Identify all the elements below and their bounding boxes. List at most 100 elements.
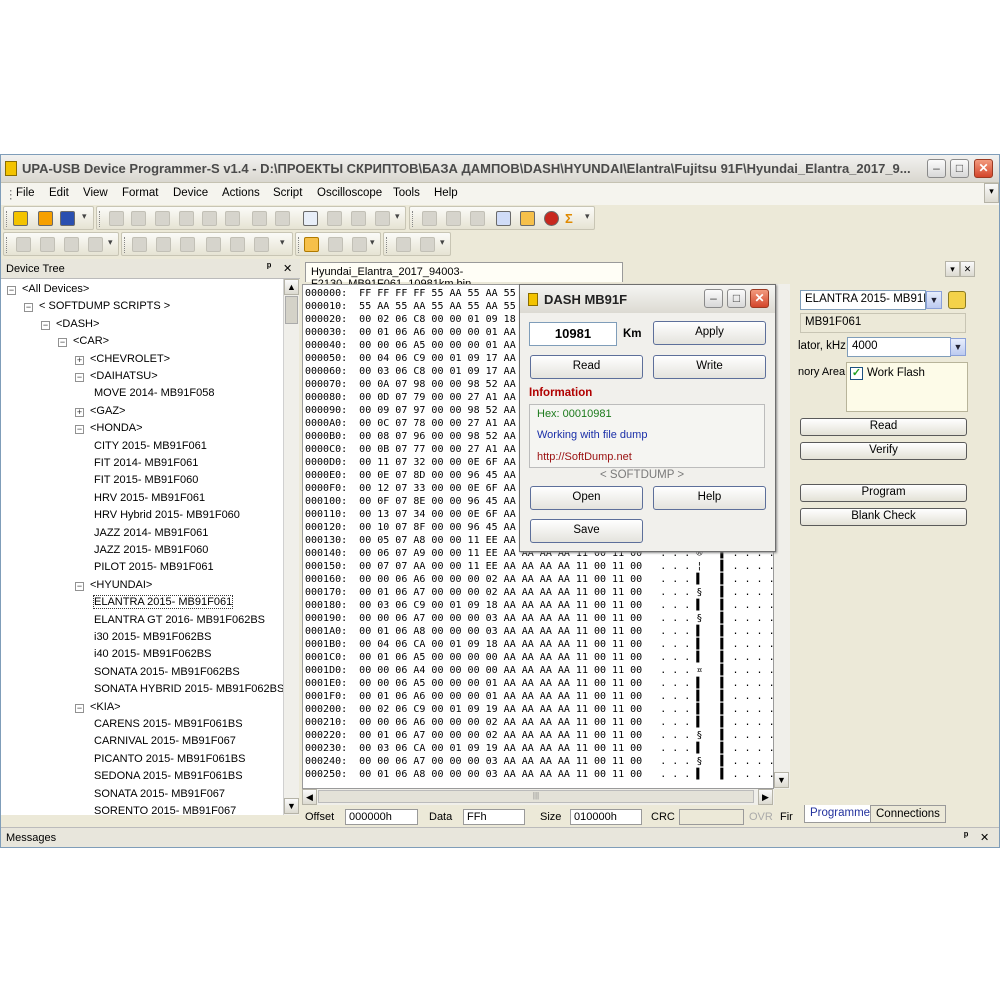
hex-row[interactable]: 0000A0: 00 0C 07 78 00 00 27 A1 AA: [305, 417, 516, 430]
hex-row[interactable]: 000110: 00 13 07 34 00 00 0E 6F AA: [305, 508, 516, 521]
menu-view[interactable]: View: [83, 187, 108, 199]
read-button[interactable]: Read: [530, 355, 643, 379]
toolbar-overflow-icon[interactable]: ▾: [395, 211, 403, 226]
tree-device-item[interactable]: PICANTO 2015- MB91F061BS: [94, 753, 245, 765]
scroll-left-icon[interactable]: ◀: [302, 789, 317, 805]
tree-device-item[interactable]: CITY 2015- MB91F061: [94, 440, 207, 452]
menu-actions[interactable]: Actions: [222, 187, 260, 199]
open-button[interactable]: Open: [530, 486, 643, 510]
tree-device-item[interactable]: SONATA 2015- MB91F067: [94, 788, 225, 800]
menu-script[interactable]: Script: [273, 187, 302, 199]
chip-erase-icon[interactable]: [470, 211, 485, 226]
hex-row[interactable]: 000170: 00 01 06 A7 00 00 00 02 AA AA AA…: [305, 586, 773, 599]
play-icon[interactable]: [396, 237, 411, 252]
hex-row[interactable]: 000020: 00 02 06 C8 00 00 01 09 18 AA: [305, 313, 534, 326]
tree-folder[interactable]: <CAR>: [73, 335, 109, 347]
toolbar-overflow-icon[interactable]: ▾: [370, 237, 378, 252]
chevron-down-icon[interactable]: ▼: [926, 291, 942, 309]
tree-device-item[interactable]: FIT 2015- MB91F060: [94, 474, 198, 486]
save-icon[interactable]: [60, 211, 75, 226]
fill-icon[interactable]: [351, 211, 366, 226]
tree-expander-icon[interactable]: +: [75, 355, 84, 365]
hex-row[interactable]: 0000B0: 00 08 07 96 00 00 98 52 AA: [305, 430, 516, 443]
tree-device-item[interactable]: PILOT 2015- MB91F061: [94, 561, 214, 573]
tree-folder[interactable]: <All Devices>: [22, 283, 89, 295]
hex-row[interactable]: 000250: 00 01 06 A8 00 00 00 03 AA AA AA…: [305, 768, 773, 781]
hex-row[interactable]: 000230: 00 03 06 CA 00 01 09 19 AA AA AA…: [305, 742, 773, 755]
hex-row[interactable]: 000180: 00 03 06 C9 00 01 09 18 AA AA AA…: [305, 599, 773, 612]
hex-row[interactable]: 000190: 00 00 06 A7 00 00 00 03 AA AA AA…: [305, 612, 773, 625]
tree-expander-icon[interactable]: −: [41, 320, 50, 330]
document-tab[interactable]: Hyundai_Elantra_2017_94003-F2130_MB91F06…: [305, 262, 623, 290]
hex-row[interactable]: 0001E0: 00 00 06 A5 00 00 00 01 AA AA AA…: [305, 677, 773, 690]
tree-device-item[interactable]: FIT 2014- MB91F061: [94, 457, 198, 469]
hex-row[interactable]: 000000: FF FF FF FF 55 AA 55 AA 55: [305, 287, 516, 300]
scroll-thumb[interactable]: |||: [318, 790, 754, 803]
hex-row[interactable]: 000100: 00 0F 07 8E 00 00 96 45 AA: [305, 495, 516, 508]
help-button[interactable]: Help: [653, 486, 766, 510]
toolbar-overflow-icon[interactable]: ▾: [108, 237, 116, 252]
cut-icon[interactable]: [155, 211, 170, 226]
view-3-icon[interactable]: [180, 237, 195, 252]
open-folder-icon[interactable]: [38, 211, 53, 226]
script-add-icon[interactable]: [88, 237, 103, 252]
scroll-thumb[interactable]: [285, 296, 298, 324]
km-input[interactable]: 10981: [529, 322, 617, 346]
menu-file[interactable]: File: [16, 187, 35, 199]
hex-row[interactable]: 0001D0: 00 00 06 A4 00 00 00 00 AA AA AA…: [305, 664, 773, 677]
delete-icon[interactable]: [225, 211, 240, 226]
tree-device-item[interactable]: ELANTRA GT 2016- MB91F062BS: [94, 614, 265, 626]
tree-device-item[interactable]: i40 2015- MB91F062BS: [94, 648, 211, 660]
forward-icon[interactable]: [131, 211, 146, 226]
tree-expander-icon[interactable]: −: [75, 373, 84, 382]
hex-horizontal-scrollbar[interactable]: ◀ ||| ▶: [302, 789, 774, 805]
hex-row[interactable]: 0001F0: 00 01 06 A6 00 00 00 01 AA AA AA…: [305, 690, 773, 703]
hex-row[interactable]: 0001C0: 00 01 06 A5 00 00 00 00 AA AA AA…: [305, 651, 773, 664]
find-icon[interactable]: [252, 211, 267, 226]
tab-close-icon[interactable]: ✕: [960, 261, 975, 277]
tab-list-icon[interactable]: ▾: [945, 261, 960, 277]
hex-vertical-scrollbar[interactable]: ▼: [774, 284, 790, 789]
select-area-icon[interactable]: [328, 237, 343, 252]
script-step-icon[interactable]: [40, 237, 55, 252]
menu-help[interactable]: Help: [434, 187, 458, 199]
back-icon[interactable]: [109, 211, 124, 226]
scroll-right-icon[interactable]: ▶: [758, 789, 773, 805]
find-next-icon[interactable]: [275, 211, 290, 226]
tree-device-item[interactable]: SEDONA 2015- MB91F061BS: [94, 770, 243, 782]
menu-oscilloscope[interactable]: Oscilloscope: [317, 187, 382, 199]
hex-row[interactable]: 000080: 00 0D 07 79 00 00 27 A1 AA: [305, 391, 516, 404]
toolbar-overflow-icon[interactable]: ▾: [82, 211, 90, 226]
scroll-up-icon[interactable]: ▲: [284, 279, 299, 295]
tree-folder[interactable]: <KIA>: [90, 701, 121, 713]
tree-folder[interactable]: <DAIHATSU>: [90, 370, 158, 382]
tree-expander-icon[interactable]: −: [24, 303, 33, 313]
clipboard-icon[interactable]: [520, 211, 535, 226]
chip-write-icon[interactable]: [446, 211, 461, 226]
hex-row[interactable]: 000210: 00 00 06 A6 00 00 00 02 AA AA AA…: [305, 716, 773, 729]
tab-connections[interactable]: Connections: [870, 805, 946, 823]
tree-device-item[interactable]: MOVE 2014- MB91F058: [94, 387, 214, 399]
tree-folder[interactable]: <GAZ>: [90, 405, 125, 417]
chip-read-icon[interactable]: [422, 211, 437, 226]
view-4-icon[interactable]: [206, 237, 221, 252]
paste-icon[interactable]: [202, 211, 217, 226]
dialog-close-button[interactable]: ✕: [750, 289, 769, 308]
toolbar-overflow-icon[interactable]: ▾: [585, 211, 593, 226]
script-stop-icon[interactable]: [64, 237, 79, 252]
tree-folder[interactable]: <HYUNDAI>: [90, 579, 152, 591]
hex-row[interactable]: 000150: 00 07 07 AA 00 00 11 EE AA AA AA…: [305, 560, 773, 573]
hex-row[interactable]: 000120: 00 10 07 8F 00 00 96 45 AA: [305, 521, 516, 534]
hex-row[interactable]: 000240: 00 00 06 A7 00 00 00 03 AA AA AA…: [305, 755, 773, 768]
oscillator-select[interactable]: 4000: [847, 337, 951, 357]
hex-row[interactable]: 000090: 00 09 07 97 00 00 98 52 AA: [305, 404, 516, 417]
tree-expander-icon[interactable]: +: [75, 407, 84, 417]
tree-folder[interactable]: <HONDA>: [90, 422, 143, 434]
minimize-button[interactable]: –: [927, 159, 946, 178]
verify-button[interactable]: Verify: [800, 442, 967, 460]
stop-icon[interactable]: [420, 237, 435, 252]
view-2-icon[interactable]: [156, 237, 171, 252]
measure-icon[interactable]: [352, 237, 367, 252]
hex-row[interactable]: 000200: 00 02 06 C9 00 01 09 19 AA AA AA…: [305, 703, 773, 716]
close-button[interactable]: ✕: [974, 159, 993, 178]
